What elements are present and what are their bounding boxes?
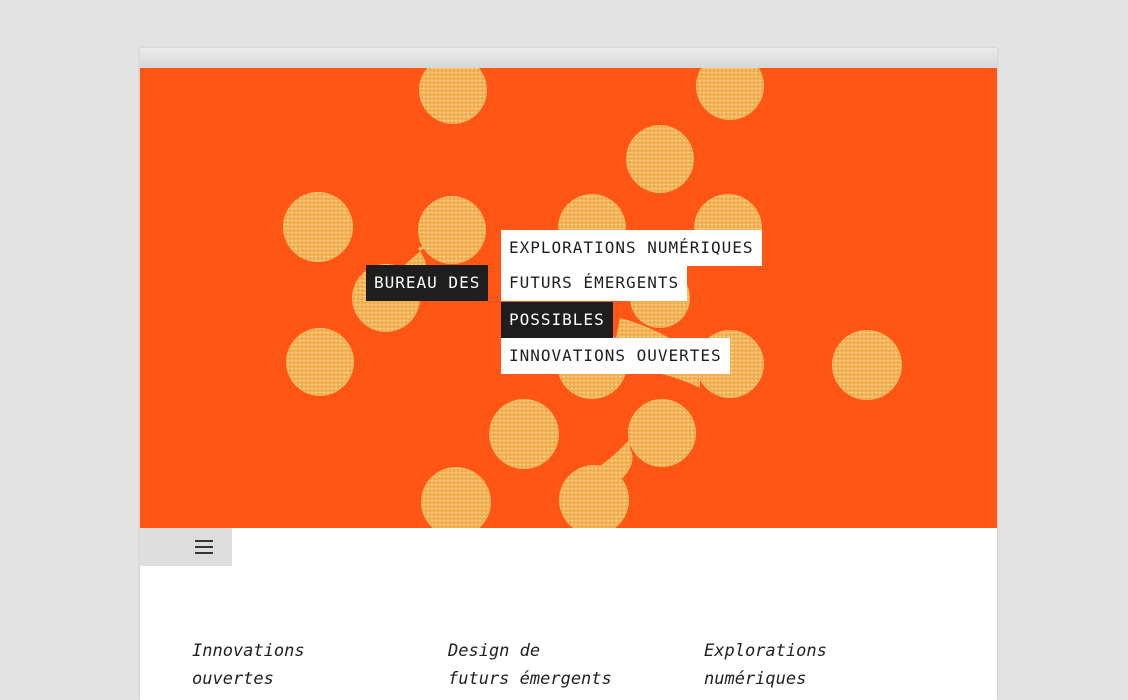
hero-word-futurs[interactable]: FUTURS ÉMERGENTS [501, 265, 688, 301]
column-design-futurs[interactable]: Design de futurs émergents [448, 637, 668, 693]
blob-dot [832, 330, 902, 400]
blob-bridge [580, 433, 635, 488]
blob-dot [286, 328, 354, 396]
hero-banner: BUREAU DES EXPLORATIONS NUMÉRIQUES FUTUR… [140, 68, 997, 528]
menu-button[interactable] [140, 528, 232, 566]
blob-dot [418, 196, 486, 264]
window-top-bar [140, 48, 997, 69]
site-window: BUREAU DES EXPLORATIONS NUMÉRIQUES FUTUR… [140, 48, 997, 700]
blob-dot [628, 399, 696, 467]
blob-dot [696, 68, 764, 120]
hero-word-possibles[interactable]: POSSIBLES [501, 302, 613, 338]
hero-word-innovations[interactable]: INNOVATIONS OUVERTES [501, 338, 730, 374]
blob-dot [626, 125, 694, 193]
hero-word-explorations[interactable]: EXPLORATIONS NUMÉRIQUES [501, 230, 762, 266]
blob-dot [283, 192, 353, 262]
blob-dot [421, 467, 491, 528]
hero-label-bureau-des: BUREAU DES [366, 265, 489, 301]
column-innovations-ouvertes[interactable]: Innovations ouvertes [192, 637, 412, 693]
blob-dot [419, 68, 487, 124]
blob-dot [489, 399, 559, 469]
column-explorations-numeriques[interactable]: Explorations numériques [704, 637, 924, 693]
